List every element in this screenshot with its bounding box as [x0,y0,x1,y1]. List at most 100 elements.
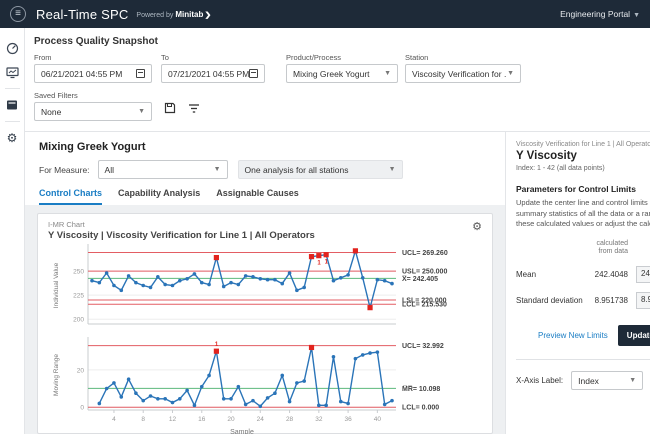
svg-text:225: 225 [73,293,84,300]
filter-button[interactable] [188,101,200,119]
control-limits-panel: Viscosity Verification for Line 1 | All … [505,132,650,434]
chevron-down-icon: ▼ [384,70,391,77]
divider [516,359,650,360]
sidebar-item-settings[interactable]: ⚙ [0,126,25,150]
for-measure-label: For Measure: [39,165,90,175]
stdev-calculated-value: 8.951738 [584,296,628,305]
svg-text:36: 36 [344,416,352,423]
to-label: To [161,53,265,62]
svg-text:200: 200 [73,317,84,324]
saved-filters-dropdown[interactable]: None ▼ [34,102,152,121]
section-description: Update the center line and control limit… [516,198,650,230]
to-date-input[interactable]: 07/21/2021 04:55 PM [161,64,265,83]
update-control-limits-button[interactable]: Update Control Limits [618,325,650,346]
funnel-icon [188,103,200,114]
svg-text:USL= 250.000: USL= 250.000 [402,269,447,276]
sidebar: ⚙ [0,28,25,434]
chevron-down-icon: ▼ [633,12,640,19]
svg-text:28: 28 [286,416,294,423]
process-title: Mixing Greek Yogurt [39,141,491,153]
preview-new-limits-link[interactable]: Preview New Limits [538,331,608,340]
svg-text:12: 12 [169,416,177,423]
archive-box-icon [6,99,18,111]
sidebar-item-storage[interactable] [0,93,25,117]
calendar-icon [136,69,145,78]
svg-text:20: 20 [227,416,235,423]
svg-text:1: 1 [317,261,321,267]
chevron-down-icon: ▼ [507,70,514,77]
minitab-logo-icon: ❯ [205,11,212,19]
mean-row: Mean 242.4048 242.4048 [516,266,650,283]
chart-type-label: I-MR Chart [48,220,315,229]
tab-assignable-causes[interactable]: Assignable Causes [216,188,299,205]
gear-icon: ⚙ [7,131,18,145]
moving-range-chart: 0 20 Moving Range UCL= 32.992 M̅R̅= 10.098 LC… [48,334,482,434]
index-range-info: Index: 1 - 42 (all data points) [516,165,650,172]
svg-text:LCL= 0.000: LCL= 0.000 [402,405,439,412]
menu-icon[interactable]: ≡ [10,6,26,22]
save-icon [164,102,176,114]
sidebar-item-dashboard[interactable] [0,36,25,60]
station-dropdown[interactable]: Viscosity Verification for ... ▼ [405,64,521,83]
svg-text:20: 20 [77,367,85,374]
gauge-icon [6,42,19,55]
tab-capability-analysis[interactable]: Capability Analysis [118,188,200,205]
panel-title: Process Quality Snapshot [34,36,641,47]
analysis-mode-dropdown[interactable]: One analysis for all stations ▼ [238,160,403,179]
tab-control-charts[interactable]: Control Charts [39,188,102,205]
mean-label: Mean [516,270,584,279]
sidebar-divider [5,88,20,89]
chevron-down-icon: ▼ [214,166,221,173]
top-nav: ≡ Real-Time SPC Powered by Minitab ❯ Eng… [0,0,650,28]
station-label: Station [405,53,521,62]
chevron-down-icon: ▼ [389,166,396,173]
svg-text:24: 24 [257,416,265,423]
mean-input[interactable]: 242.4048 [636,266,650,283]
chart-settings-gear-icon[interactable]: ⚙ [472,220,482,233]
stdev-label: Standard deviation [516,296,584,305]
svg-text:8: 8 [141,416,145,423]
individuals-chart: 200 225 250 Individual Value UCL= 269.260 USL… [48,241,482,329]
stdev-input[interactable]: 8.951738 [636,292,650,309]
chart-title: Y Viscosity | Viscosity Verification for… [48,230,315,241]
calculated-column-header: calculated from data [516,240,628,258]
svg-text:250: 250 [73,269,84,276]
svg-text:4: 4 [112,416,116,423]
svg-text:16: 16 [198,416,206,423]
sidebar-divider [5,121,20,122]
svg-text:Moving Range: Moving Range [53,354,60,396]
stdev-row: Standard deviation 8.951738 8.951738 [516,292,650,309]
save-filter-button[interactable] [164,101,176,119]
svg-text:Individual Value: Individual Value [53,262,60,308]
calendar-icon [249,69,258,78]
svg-text:UCL= 32.992: UCL= 32.992 [402,343,444,350]
svg-text:LCL= 215.530: LCL= 215.530 [402,302,447,309]
portal-dropdown[interactable]: Engineering Portal▼ [560,9,640,19]
x-axis-dropdown[interactable]: Index ▼ [571,371,643,390]
from-date-input[interactable]: 06/21/2021 04:55 PM [34,64,152,83]
svg-text:40: 40 [374,416,382,423]
svg-text:32: 32 [315,416,323,423]
mean-calculated-value: 242.4048 [584,270,628,279]
svg-text:M̅R̅= 10.098: M̅R̅= 10.098 [402,385,440,393]
process-quality-snapshot-panel: Process Quality Snapshot From 06/21/2021… [25,28,650,132]
product-process-dropdown[interactable]: Mixing Greek Yogurt ▼ [286,64,398,83]
sidebar-item-monitor[interactable] [0,60,25,84]
svg-text:0: 0 [80,405,84,412]
chart-area: I-MR Chart Y Viscosity | Viscosity Verif… [25,205,505,434]
tab-bar: Control Charts Capability Analysis Assig… [39,188,491,205]
panel-subtitle: Viscosity Verification for Line 1 | All … [516,141,650,148]
svg-text:UCL= 269.260: UCL= 269.260 [402,250,448,257]
imr-chart-card: I-MR Chart Y Viscosity | Viscosity Verif… [37,213,493,434]
process-header: Mixing Greek Yogurt For Measure: All ▼ O… [25,132,505,205]
measure-dropdown[interactable]: All ▼ [98,160,228,179]
saved-filters-label: Saved Filters [34,91,152,100]
x-axis-label: X-Axis Label: [516,376,563,385]
chevron-down-icon: ▼ [629,377,636,384]
app-title: Real-Time SPC [36,7,128,22]
svg-text:Sample: Sample [230,429,254,434]
powered-by: Powered by Minitab ❯ [136,10,211,19]
product-process-label: Product/Process [286,53,398,62]
from-label: From [34,53,152,62]
measure-title: Y Viscosity [516,150,650,162]
